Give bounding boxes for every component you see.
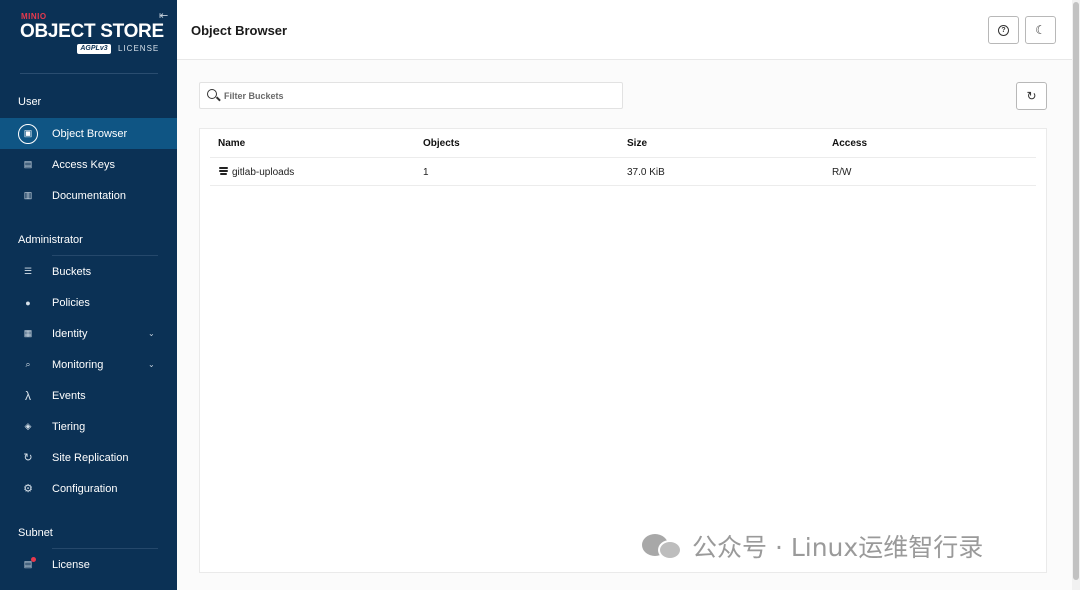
refresh-icon: ↻ xyxy=(1026,89,1037,103)
sidebar-item-label: Policies xyxy=(52,296,90,309)
top-bar: Object Browser ? ☾ xyxy=(177,0,1080,60)
sidebar-item-monitoring[interactable]: ⌕ Monitoring ⌄ xyxy=(0,349,177,380)
scrollbar-thumb[interactable] xyxy=(1073,2,1079,580)
bucket-access: R/W xyxy=(832,167,852,178)
help-icon: ? xyxy=(998,24,1009,36)
logo-product: OBJECT STORE xyxy=(20,21,164,42)
sidebar-item-label: Buckets xyxy=(52,265,92,278)
wechat-icon xyxy=(642,531,684,561)
filter-buckets-input[interactable] xyxy=(224,87,614,105)
gear-icon: ⚙ xyxy=(23,483,33,495)
sidebar-item-label: Documentation xyxy=(52,189,126,202)
sidebar-item-label: Tiering xyxy=(52,420,86,433)
sidebar-item-object-browser[interactable]: ▣ Object Browser xyxy=(0,118,177,149)
sidebar-item-documentation[interactable]: ▥ Documentation xyxy=(0,180,177,211)
bucket-size: 37.0 KiB xyxy=(627,167,665,178)
watermark-text: 公众号 · Linux运维智行录 xyxy=(692,533,984,562)
buckets-table: Name Objects Size Access gitlab-uploads … xyxy=(199,128,1047,573)
scrollbar[interactable] xyxy=(1072,0,1080,590)
search-icon xyxy=(207,89,217,99)
main-content: Object Browser ? ☾ ↻ Name Objects Size A… xyxy=(177,0,1080,590)
key-icon: ▤ xyxy=(23,159,33,169)
identity-icon: ▦ xyxy=(23,328,33,338)
bucket-name: gitlab-uploads xyxy=(232,167,295,178)
sidebar-item-access-keys[interactable]: ▤ Access Keys xyxy=(0,149,177,180)
replication-icon: ↻ xyxy=(23,452,33,464)
logo-brand: MINIO xyxy=(21,12,47,21)
sidebar-item-label: Identity xyxy=(52,327,88,340)
sidebar-item-policies[interactable]: ● Policies xyxy=(0,287,177,318)
sidebar-item-label: License xyxy=(52,558,90,571)
sidebar-item-configuration[interactable]: ⚙ Configuration xyxy=(0,473,177,504)
sidebar-item-site-replication[interactable]: ↻ Site Replication xyxy=(0,442,177,473)
column-header-name[interactable]: Name xyxy=(218,138,245,149)
sidebar-item-events[interactable]: λ Events xyxy=(0,380,177,411)
sidebar-item-label: Object Browser xyxy=(52,127,128,140)
lambda-icon: λ xyxy=(25,388,31,403)
chevron-down-icon[interactable]: ⌄ xyxy=(148,329,155,338)
divider xyxy=(20,73,158,74)
license-icon: ▤ xyxy=(20,556,36,573)
bucket-icon xyxy=(219,167,228,177)
section-administrator: Administrator xyxy=(18,234,83,246)
logo-badge: AGPLv3 xyxy=(77,44,111,54)
section-subnet: Subnet xyxy=(18,527,53,539)
sidebar-item-label: Site Replication xyxy=(52,451,129,464)
bucket-icon: ☰ xyxy=(23,266,33,276)
sidebar-item-label: Events xyxy=(52,389,86,402)
document-icon: ▥ xyxy=(23,190,33,200)
help-button[interactable]: ? xyxy=(988,16,1019,44)
sidebar-item-license[interactable]: ▤ License xyxy=(0,549,177,580)
dark-mode-button[interactable]: ☾ xyxy=(1025,16,1056,44)
sidebar-item-identity[interactable]: ▦ Identity ⌄ xyxy=(0,318,177,349)
column-header-access[interactable]: Access xyxy=(832,138,867,149)
sidebar-item-label: Configuration xyxy=(52,482,118,495)
object-browser-icon: ▣ xyxy=(18,123,38,144)
watermark: 公众号 · Linux运维智行录 xyxy=(642,530,983,562)
column-header-size[interactable]: Size xyxy=(627,138,647,149)
sidebar: MINIO OBJECT STORE AGPLv3 LICENSE ⇤ User… xyxy=(0,0,177,590)
sidebar-item-label: Access Keys xyxy=(52,158,115,171)
sidebar-item-tiering[interactable]: ◈ Tiering xyxy=(0,411,177,442)
magnifier-icon: ⌕ xyxy=(25,359,31,369)
layers-icon: ◈ xyxy=(24,421,32,431)
bucket-objects: 1 xyxy=(423,167,429,178)
chevron-down-icon[interactable]: ⌄ xyxy=(148,360,155,369)
shield-icon: ● xyxy=(25,297,31,308)
section-user: User xyxy=(18,96,42,108)
logo-license: LICENSE xyxy=(118,44,160,53)
table-row[interactable]: gitlab-uploads 1 37.0 KiB R/W xyxy=(210,158,1036,186)
refresh-button[interactable]: ↻ xyxy=(1016,82,1047,110)
page-title: Object Browser xyxy=(191,23,288,38)
minio-logo[interactable]: MINIO OBJECT STORE AGPLv3 LICENSE xyxy=(20,10,164,60)
sidebar-item-buckets[interactable]: ☰ Buckets xyxy=(0,256,177,287)
moon-icon: ☾ xyxy=(1035,23,1046,37)
sidebar-item-label: Monitoring xyxy=(52,358,104,371)
collapse-sidebar-icon[interactable]: ⇤ xyxy=(159,9,168,22)
column-header-objects[interactable]: Objects xyxy=(423,138,460,149)
filter-buckets-field[interactable] xyxy=(199,82,623,109)
